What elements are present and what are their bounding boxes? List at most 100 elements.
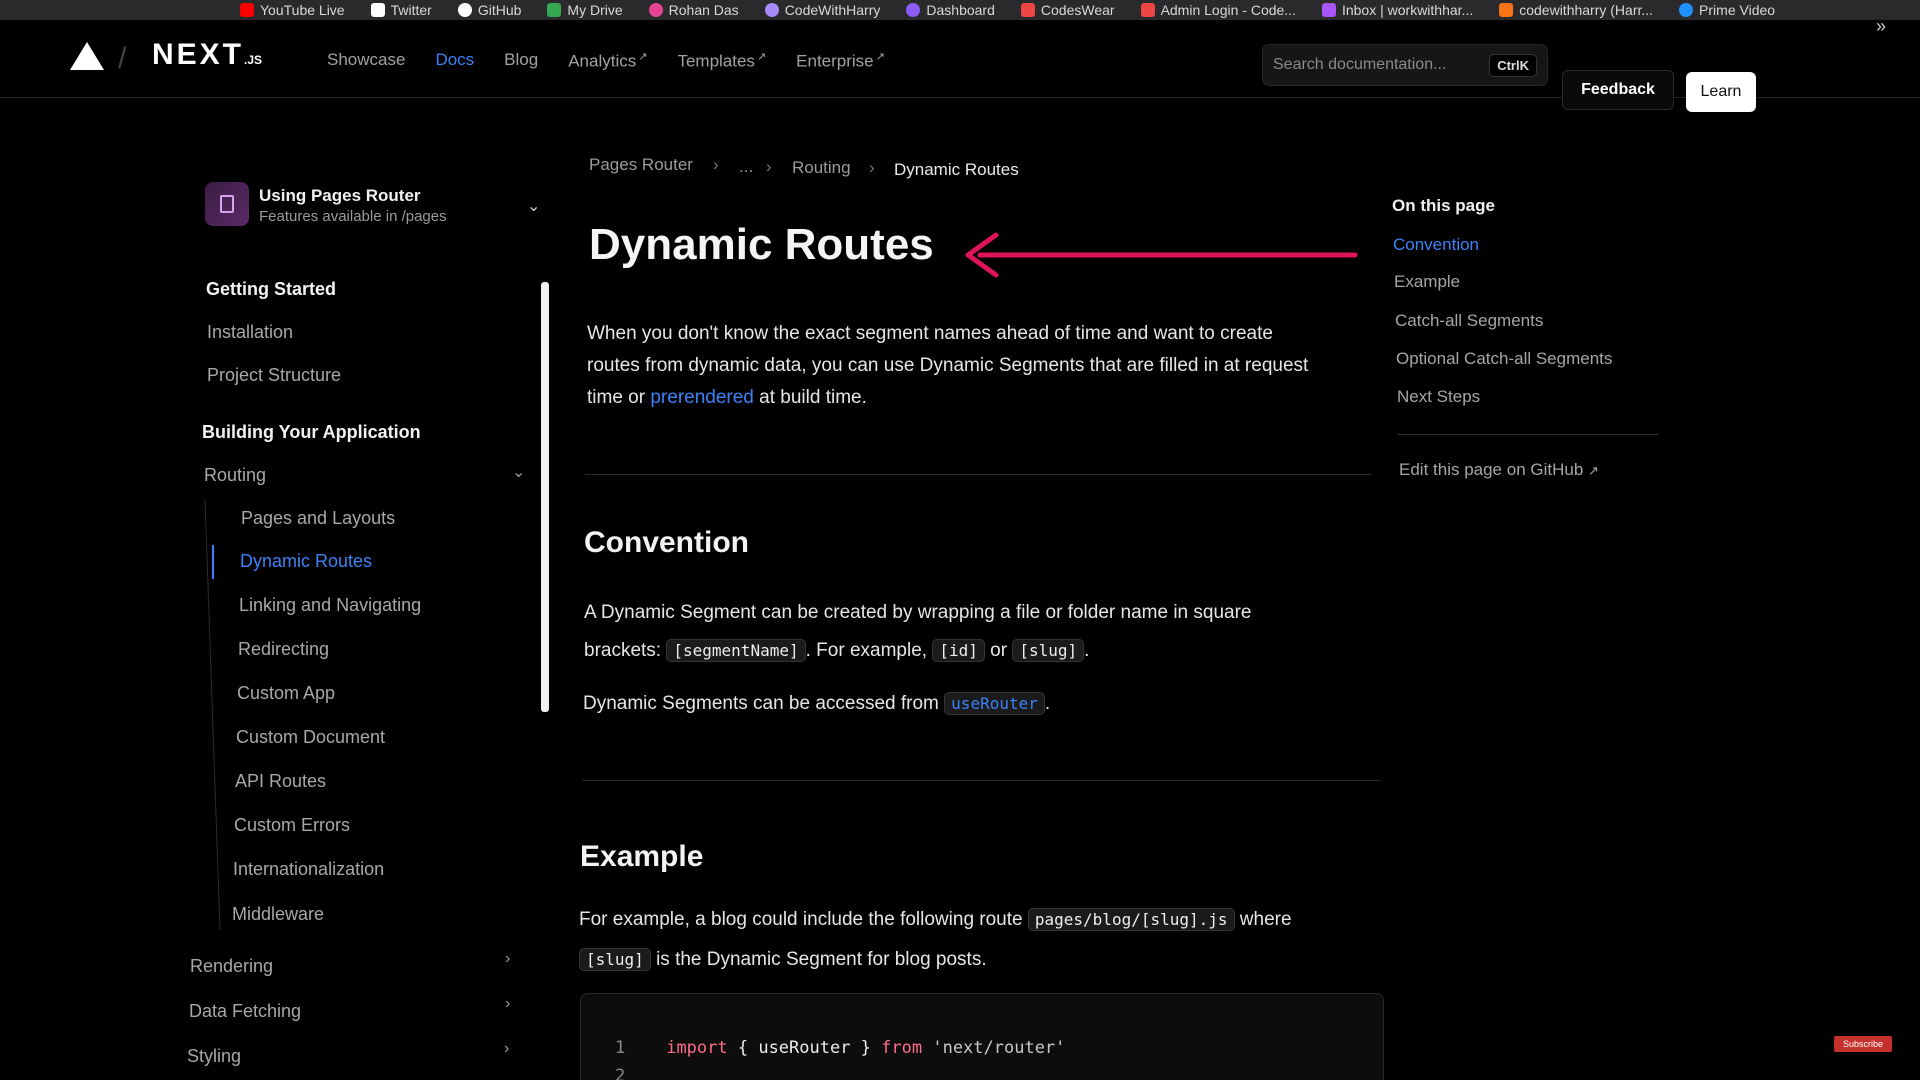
toc-title: On this page bbox=[1392, 196, 1495, 215]
code-slug: [slug] bbox=[1012, 639, 1085, 662]
nav-links: Showcase Docs Blog Analytics ↗ Templates ↗… bbox=[327, 50, 885, 72]
intro-text: time or bbox=[587, 387, 651, 408]
profile-icon bbox=[648, 3, 663, 17]
code-segment-name: [segmentName] bbox=[666, 639, 806, 662]
example-line: For example, a blog could include the fo… bbox=[579, 900, 1379, 940]
bookmark-admin-login[interactable]: Admin Login - Code... bbox=[1140, 2, 1296, 18]
nextjs-logo[interactable]: NEXT.JS bbox=[152, 38, 262, 72]
breadcrumb-item-routing[interactable]: Routing bbox=[792, 158, 851, 178]
example-text: For example, a blog could include the fo… bbox=[579, 909, 1028, 930]
nav-label: Docs bbox=[435, 50, 475, 69]
bookmark-twitter[interactable]: Twitter bbox=[370, 2, 432, 18]
chevron-right-icon[interactable]: › bbox=[505, 995, 510, 1013]
sidebar-item-rendering[interactable]: Rendering bbox=[190, 956, 273, 977]
nav-blog[interactable]: Blog bbox=[504, 50, 538, 72]
nav-analytics[interactable]: Analytics ↗ bbox=[568, 50, 647, 72]
sidebar-item-redirecting[interactable]: Redirecting bbox=[238, 639, 329, 660]
code-slug: [slug] bbox=[579, 948, 651, 971]
edit-on-github-link[interactable]: Edit this page on GitHub ↗ bbox=[1399, 460, 1599, 480]
shirt-icon bbox=[1140, 3, 1155, 17]
mail-icon bbox=[1321, 3, 1336, 17]
sidebar-item-middleware[interactable]: Middleware bbox=[232, 904, 324, 925]
bookmark-prime-video[interactable]: Prime Video bbox=[1679, 2, 1775, 18]
intro-line: When you don't know the exact segment na… bbox=[587, 323, 1273, 344]
logo-suffix: .JS bbox=[244, 53, 263, 67]
sidebar-item-api-routes[interactable]: API Routes bbox=[235, 771, 326, 792]
toc-item-example[interactable]: Example bbox=[1394, 272, 1460, 292]
logo-divider: / bbox=[118, 42, 127, 75]
sidebar-item-custom-errors[interactable]: Custom Errors bbox=[234, 815, 350, 836]
search-shortcut-badge: CtrlK bbox=[1489, 53, 1537, 77]
breadcrumb-item-ellipsis[interactable]: ... bbox=[739, 157, 753, 177]
sidebar-item-pages-and-layouts[interactable]: Pages and Layouts bbox=[241, 508, 395, 529]
bookmark-rohan-das[interactable]: Rohan Das bbox=[648, 2, 739, 18]
sidebar-item-dynamic-routes[interactable]: Dynamic Routes bbox=[240, 551, 372, 572]
feedback-button[interactable]: Feedback bbox=[1562, 70, 1674, 110]
chevron-down-icon[interactable]: ⌄ bbox=[512, 462, 525, 482]
userouter-link[interactable]: useRouter bbox=[944, 692, 1045, 715]
search-input[interactable]: Search documentation... CtrlK bbox=[1262, 44, 1548, 86]
toc-item-convention[interactable]: Convention bbox=[1393, 235, 1479, 255]
bookmark-label: My Drive bbox=[567, 2, 623, 18]
logo-text: NEXT bbox=[152, 38, 245, 71]
router-switcher[interactable]: Using Pages Router Features available in… bbox=[205, 182, 545, 234]
chevron-right-icon[interactable]: › bbox=[505, 950, 510, 968]
bookmark-codewithharry-gitlab[interactable]: codewithharry (Harr... bbox=[1499, 2, 1653, 18]
example-paragraph: For example, a blog could include the fo… bbox=[579, 900, 1379, 980]
sidebar-item-linking-and-navigating[interactable]: Linking and Navigating bbox=[239, 595, 421, 616]
toc-item-optional-catch-all[interactable]: Optional Catch-all Segments bbox=[1396, 349, 1612, 369]
nav-enterprise[interactable]: Enterprise ↗ bbox=[796, 50, 885, 72]
intro-line: routes from dynamic data, you can use Dy… bbox=[587, 355, 1309, 376]
avatar-icon bbox=[764, 3, 779, 17]
breadcrumb-separator-icon: › bbox=[766, 157, 772, 176]
play-icon bbox=[1679, 3, 1694, 17]
nav-label: Enterprise bbox=[796, 51, 874, 71]
code-line: 2 bbox=[615, 1066, 625, 1080]
code-string: 'next/router' bbox=[922, 1038, 1066, 1058]
chevron-right-icon[interactable]: › bbox=[504, 1040, 509, 1058]
code-route: pages/blog/[slug].js bbox=[1027, 908, 1235, 931]
sidebar-item-routing[interactable]: Routing bbox=[204, 465, 266, 486]
section-divider bbox=[582, 780, 1380, 781]
nav-templates[interactable]: Templates ↗ bbox=[677, 50, 766, 72]
bookmark-label: Inbox | workwithhar... bbox=[1341, 2, 1474, 18]
bookmark-inbox[interactable]: Inbox | workwithhar... bbox=[1321, 2, 1474, 18]
bookmark-label: Rohan Das bbox=[668, 2, 739, 18]
sidebar-item-custom-app[interactable]: Custom App bbox=[237, 683, 335, 704]
bookmark-label: codewithharry (Harr... bbox=[1519, 2, 1654, 18]
external-link-icon: ↗ bbox=[1588, 463, 1599, 478]
access-text: . bbox=[1044, 693, 1051, 714]
bookmark-codewithharry[interactable]: CodeWithHarry bbox=[764, 2, 880, 18]
sidebar-item-installation[interactable]: Installation bbox=[207, 322, 293, 343]
nav-docs[interactable]: Docs bbox=[435, 50, 474, 72]
sidebar-section-building[interactable]: Building Your Application bbox=[202, 422, 421, 443]
breadcrumb-item-pages-router[interactable]: Pages Router bbox=[589, 155, 693, 175]
sidebar-item-data-fetching[interactable]: Data Fetching bbox=[189, 1001, 301, 1022]
vercel-logo-icon[interactable] bbox=[70, 42, 104, 70]
document-icon bbox=[205, 182, 249, 226]
prerendered-link[interactable]: prerendered bbox=[650, 387, 754, 408]
search-placeholder: Search documentation... bbox=[1273, 56, 1447, 73]
convention-text: or bbox=[984, 640, 1013, 661]
bookmark-dashboard[interactable]: Dashboard bbox=[906, 2, 995, 18]
bookmark-label: CodesWear bbox=[1040, 2, 1115, 18]
code-keyword: import bbox=[666, 1038, 728, 1058]
sidebar-item-internationalization[interactable]: Internationalization bbox=[233, 859, 384, 880]
sidebar-section-getting-started[interactable]: Getting Started bbox=[206, 279, 336, 300]
code-block[interactable] bbox=[580, 993, 1384, 1080]
bookmark-my-drive[interactable]: My Drive bbox=[547, 2, 623, 18]
sidebar-scrollbar[interactable] bbox=[541, 282, 549, 712]
bookmark-youtube-live[interactable]: YouTube Live bbox=[240, 2, 345, 18]
bookmark-label: Prime Video bbox=[1699, 2, 1776, 18]
sidebar-item-custom-document[interactable]: Custom Document bbox=[236, 727, 385, 748]
sidebar-item-project-structure[interactable]: Project Structure bbox=[207, 365, 341, 386]
toc-item-next-steps[interactable]: Next Steps bbox=[1397, 387, 1480, 407]
nav-label: Showcase bbox=[327, 50, 406, 69]
toc-item-catch-all[interactable]: Catch-all Segments bbox=[1395, 311, 1543, 331]
bookmark-github[interactable]: GitHub bbox=[457, 2, 521, 18]
sidebar-item-styling[interactable]: Styling bbox=[187, 1046, 241, 1067]
learn-button[interactable]: Learn bbox=[1686, 72, 1756, 112]
nav-showcase[interactable]: Showcase bbox=[327, 50, 405, 72]
external-link-icon: ↗ bbox=[875, 51, 885, 63]
bookmark-codeswear[interactable]: CodesWear bbox=[1020, 2, 1115, 18]
